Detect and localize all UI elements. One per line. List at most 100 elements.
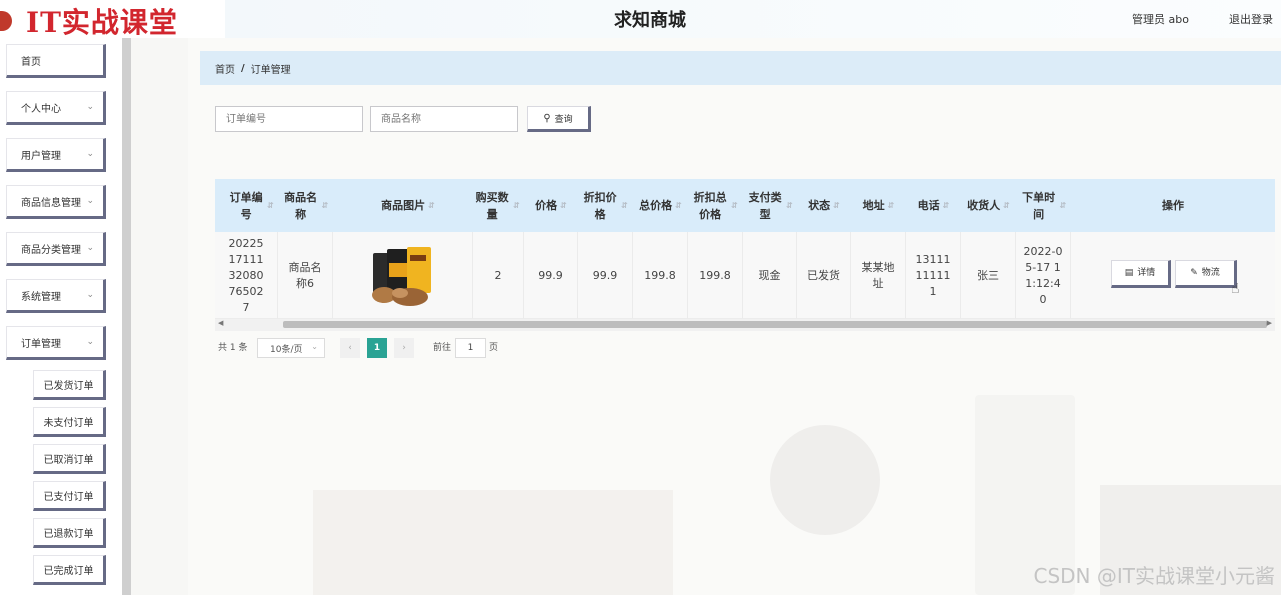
sidebar-item-personal-center[interactable]: 个人中心 ⌄ [6, 91, 106, 125]
sidebar-item-label: 个人中心 [21, 103, 61, 115]
sidebar-scrollbar[interactable] [122, 38, 131, 595]
sidebar-item-system[interactable]: 系统管理 ⌄ [6, 279, 106, 313]
order-number-input[interactable] [215, 106, 363, 132]
column-header-quantity[interactable]: 购买数量 ⇵ [473, 179, 521, 232]
logo: IT实战课堂 [0, 2, 178, 40]
scrollbar-thumb[interactable] [283, 321, 1267, 328]
goto-label: 前往 [433, 343, 452, 353]
sidebar-subitem-label: 已取消订单 [43, 454, 94, 466]
goto-page-input[interactable]: 1 [455, 338, 486, 358]
sidebar-subitem-paid-orders[interactable]: 已支付订单 [33, 481, 106, 511]
column-header-pay-type[interactable]: 支付类型 ⇵ [743, 179, 797, 232]
chevron-down-icon: ⌄ [86, 149, 94, 159]
breadcrumb-current: 订单管理 [250, 64, 291, 76]
cell-product-name: 商品名称6 [278, 232, 333, 319]
column-header-discount-price[interactable]: 折扣价格 ⇵ [578, 179, 632, 232]
column-header-product-image[interactable]: 商品图片 ⇵ [333, 179, 483, 232]
sidebar-item-product-info[interactable]: 商品信息管理 ⌄ [6, 185, 106, 219]
page-unit-label: 页 [489, 343, 499, 353]
breadcrumb: 首页 / 订单管理 [200, 51, 1281, 85]
cell-receiver: 张三 [961, 232, 1016, 319]
column-header-receiver[interactable]: 收货人 ⇵ [961, 179, 1016, 232]
sidebar-item-label: 商品信息管理 [21, 197, 81, 209]
edit-icon: ✎ [1190, 268, 1198, 278]
column-header-order-no[interactable]: 订单编号 ⇵ [221, 179, 281, 232]
cell-total-price: 199.8 [633, 232, 688, 319]
column-header-product-name[interactable]: 商品名称 ⇵ [278, 179, 333, 232]
sidebar-subitem-shipped-orders[interactable]: 已发货订单 [33, 370, 106, 400]
column-header-actions: 操作 [1162, 199, 1184, 212]
chevron-down-icon: ⌄ [86, 337, 94, 347]
query-button[interactable]: ⚲ 查询 [527, 106, 591, 132]
sidebar-item-label: 系统管理 [21, 291, 61, 303]
prev-page-button[interactable]: ‹ [340, 338, 360, 358]
sidebar-subitem-label: 已完成订单 [43, 565, 94, 577]
breadcrumb-separator: / [241, 62, 245, 74]
cell-price: 99.9 [524, 232, 578, 319]
chevron-down-icon: ⌄ [86, 243, 94, 253]
next-page-button[interactable]: › [394, 338, 414, 358]
cell-order-no: 202251711132080765027 [215, 232, 278, 319]
chevron-right-icon: › [402, 343, 406, 353]
sidebar-subitem-label: 已退款订单 [43, 528, 94, 540]
sidebar-subitem-cancelled-orders[interactable]: 已取消订单 [33, 444, 106, 474]
logistics-button[interactable]: ✎ 物流 [1175, 260, 1237, 288]
column-header-address[interactable]: 地址 ⇵ [851, 179, 906, 232]
sidebar-subitem-label: 未支付订单 [43, 417, 94, 429]
header-stripe [225, 0, 1281, 38]
sidebar-subitem-completed-orders[interactable]: 已完成订单 [33, 555, 106, 585]
cursor-icon: ☝ [1231, 281, 1240, 297]
chevron-down-icon: ⌄ [86, 196, 94, 206]
breadcrumb-home[interactable]: 首页 [215, 61, 235, 76]
logo-mark [0, 11, 12, 31]
column-header-total-price[interactable]: 总价格 ⇵ [633, 179, 688, 232]
sidebar-item-order-management[interactable]: 订单管理 ⌄ [6, 326, 106, 360]
column-header-status[interactable]: 状态 ⇵ [797, 179, 851, 232]
sidebar-subitem-refunded-orders[interactable]: 已退款订单 [33, 518, 106, 548]
cell-phone: 13111111111 [906, 232, 961, 319]
table-horizontal-scrollbar[interactable]: ◀ ▶ [215, 319, 1275, 331]
chevron-down-icon: ⌄ [86, 290, 94, 300]
logo-text: IT实战课堂 [26, 6, 178, 39]
cell-address: 某某地址 [851, 232, 906, 319]
cell-actions: ▤ 详情 ✎ 物流 [1071, 232, 1275, 319]
chevron-down-icon: ⌄ [311, 342, 318, 351]
sidebar-item-label: 用户管理 [21, 150, 61, 162]
cell-product-image [333, 232, 473, 319]
app-title: 求知商城 [614, 10, 686, 31]
page-size-value: 10条/页 [270, 344, 303, 355]
cell-pay-type: 现金 [743, 232, 797, 319]
search-icon: ⚲ [543, 112, 551, 124]
sidebar-subitem-label: 已发货订单 [43, 380, 94, 392]
sidebar-item-home[interactable]: 首页 [6, 44, 106, 78]
scroll-right-icon[interactable]: ▶ [1267, 319, 1272, 327]
page-size-select[interactable]: 10条/页 ⌄ [257, 338, 325, 358]
logout-link[interactable]: 退出登录 [1229, 11, 1273, 27]
page-number-button[interactable]: 1 [367, 338, 387, 358]
background-decoration [770, 425, 880, 535]
column-header-discount-total[interactable]: 折扣总价格 ⇵ [688, 179, 742, 232]
detail-button[interactable]: ▤ 详情 [1111, 260, 1171, 288]
cell-quantity: 2 [473, 232, 524, 319]
table-row: 202251711132080765027 商品名称6 2 99.9 99.9 … [215, 232, 1275, 319]
sidebar-item-user-management[interactable]: 用户管理 ⌄ [6, 138, 106, 172]
product-name-input[interactable] [370, 106, 518, 132]
column-header-phone[interactable]: 电话 ⇵ [906, 179, 961, 232]
chevron-down-icon: ⌄ [86, 102, 94, 112]
sidebar-item-product-category[interactable]: 商品分类管理 ⌄ [6, 232, 106, 266]
query-button-label: 查询 [554, 114, 573, 125]
document-icon: ▤ [1124, 268, 1134, 278]
column-header-price[interactable]: 价格 ⇵ [524, 179, 578, 232]
watermark: CSDN @IT实战课堂小元酱 [1033, 564, 1276, 588]
sidebar-subitem-unpaid-orders[interactable]: 未支付订单 [33, 407, 106, 437]
sidebar-item-label: 商品分类管理 [21, 244, 81, 256]
cell-status: 已发货 [797, 232, 851, 319]
sidebar-item-label: 订单管理 [21, 338, 61, 350]
user-info: 管理员 abo [1132, 13, 1189, 26]
scroll-left-icon[interactable]: ◀ [218, 319, 223, 327]
column-header-order-time[interactable]: 下单时间 ⇵ [1016, 179, 1071, 232]
sidebar-item-label: 首页 [21, 56, 41, 68]
background-decoration [313, 490, 673, 595]
chevron-left-icon: ‹ [348, 343, 352, 353]
cell-discount-price: 99.9 [578, 232, 633, 319]
